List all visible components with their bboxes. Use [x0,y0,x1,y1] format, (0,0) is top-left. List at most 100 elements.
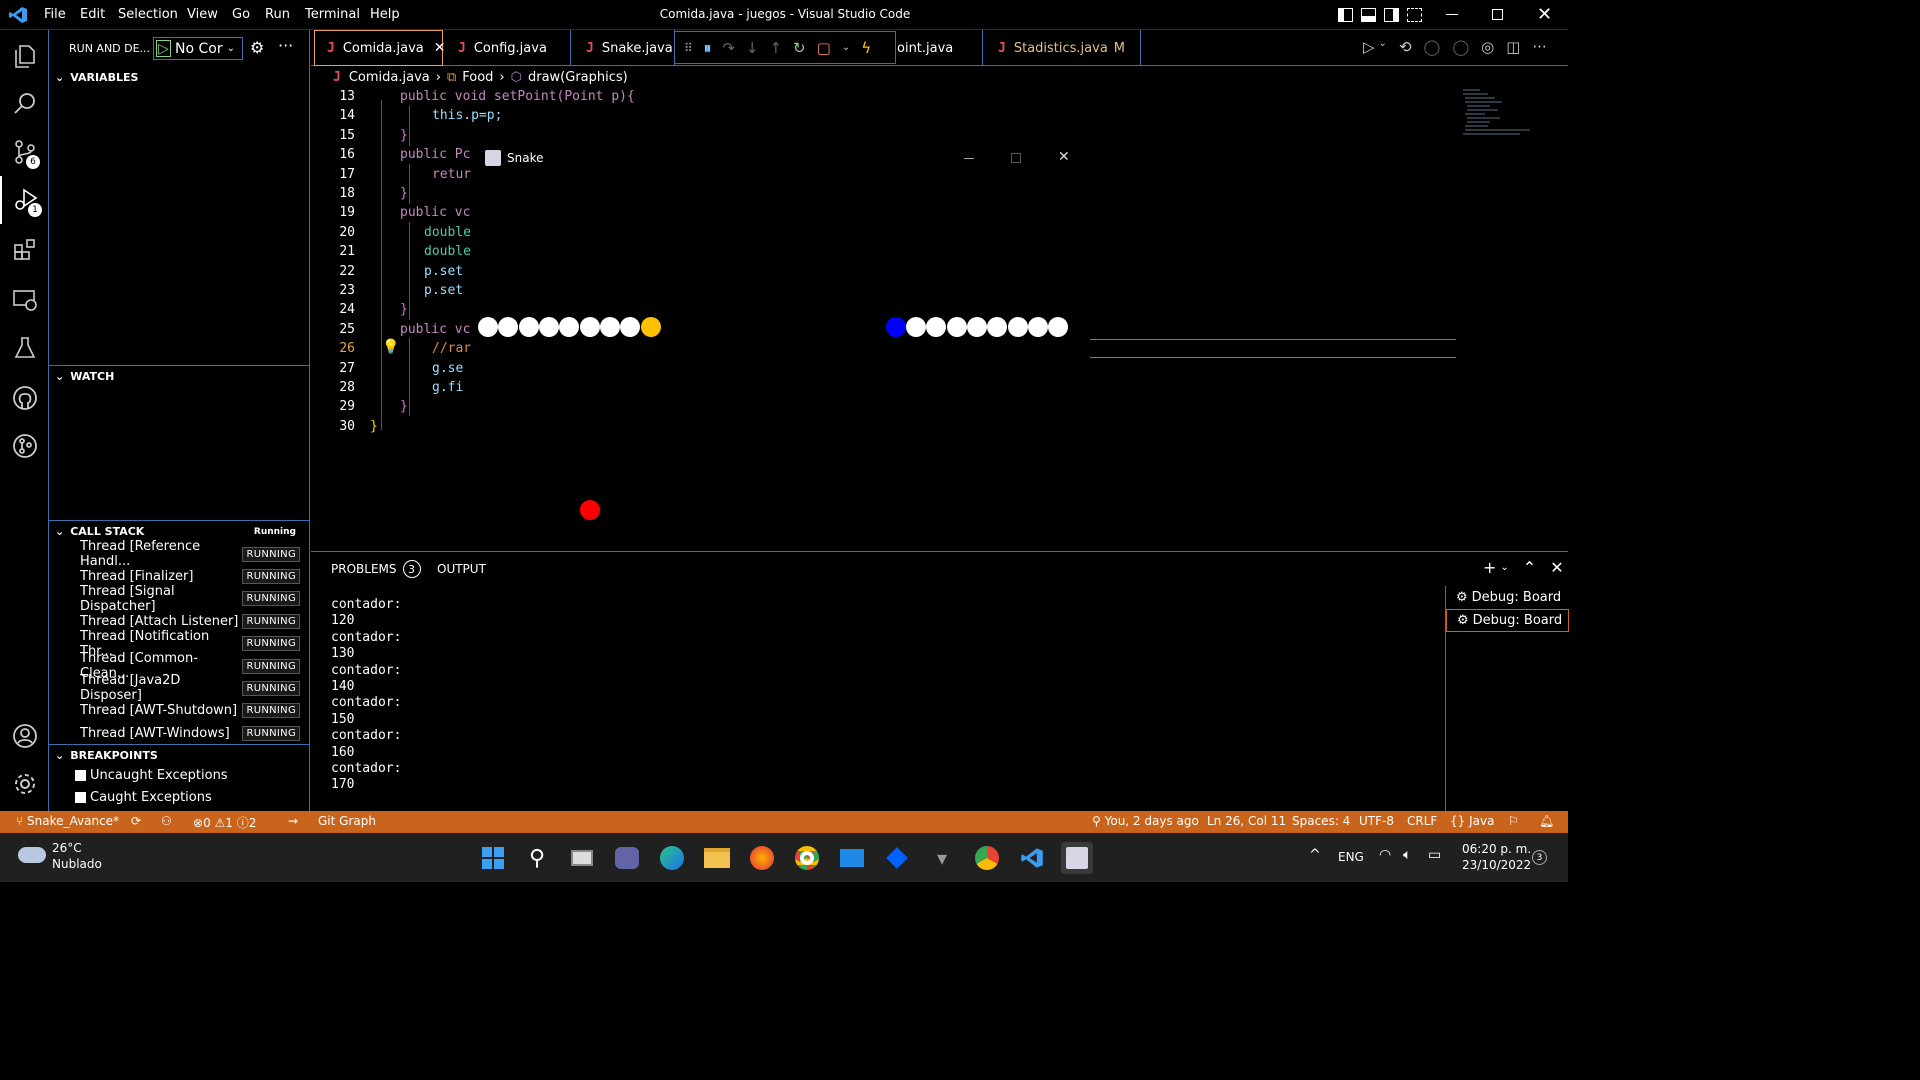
prev-change-icon[interactable]: ◯ [1424,38,1441,56]
breakpoints-section-header[interactable]: ⌄ BREAKPOINTS [49,744,310,766]
windows-start-icon[interactable] [477,842,509,874]
manage-gear-icon[interactable] [0,760,49,808]
explorer-icon[interactable] [0,32,49,80]
menu-selection[interactable]: Selection [118,7,178,22]
search-icon[interactable]: ⚲ [521,842,553,874]
problems-status[interactable]: ⊗0 ⚠1 ⓘ2 [193,814,256,831]
weather-desc[interactable]: Nublado [52,857,102,871]
battery-icon[interactable]: ▭ [1428,847,1441,863]
cursor-position[interactable]: Ln 26, Col 11 [1207,814,1286,828]
breadcrumb-method[interactable]: draw(Graphics) [528,70,628,85]
github-icon[interactable] [0,374,49,422]
chevron-down-icon[interactable]: ⌄ [842,42,850,53]
chrome-profile-icon[interactable] [971,842,1003,874]
tab-output[interactable]: OUTPUT [437,562,486,576]
hot-code-replace-icon[interactable]: ϟ [861,39,871,57]
edge-browser-icon[interactable] [656,842,688,874]
breakpoint-caught[interactable]: Caught Exceptions [75,790,212,805]
predator-sense-icon[interactable]: ▾ [926,842,958,874]
tab-problems[interactable]: PROBLEMS 3 [331,560,421,578]
debug-run-icon[interactable]: ⇝ [288,814,298,828]
minimap[interactable] [1460,88,1555,138]
menu-run[interactable]: Run [265,7,290,22]
new-terminal-icon[interactable]: + [1483,558,1496,577]
extensions-icon[interactable] [0,226,49,274]
chrome-icon[interactable] [791,842,823,874]
thread-row[interactable]: Thread [Java2D Disposer] RUNNING [49,673,310,703]
more-actions-icon[interactable]: ··· [1532,38,1546,56]
tab-snake-java[interactable]: J Snake.java [572,30,675,66]
volume-icon[interactable]: 🔈︎ [1403,847,1411,863]
chevron-down-icon[interactable]: ⌄ [1500,562,1508,577]
maximize-panel-icon[interactable]: ⌃ [1523,558,1536,577]
checkbox[interactable] [75,792,86,803]
restore-icon[interactable] [1492,9,1503,20]
minimize-icon[interactable] [1446,14,1458,15]
step-into-icon[interactable]: ↓ [746,39,759,57]
thread-row[interactable]: Thread [AWT-Shutdown] RUNNING [49,700,310,722]
run-icon[interactable]: ▷ [1363,38,1375,56]
breakpoint-uncaught[interactable]: Uncaught Exceptions [75,768,228,783]
git-graph-icon[interactable] [0,422,49,470]
source-control-icon[interactable]: 6 [0,128,49,176]
file-explorer-icon[interactable] [701,842,733,874]
menu-file[interactable]: File [44,7,66,22]
stop-icon[interactable]: ▢ [817,39,831,57]
step-over-icon[interactable]: ↷ [722,39,735,57]
thread-row[interactable]: Thread [AWT-Windows] RUNNING [49,722,310,744]
toggle-panel-icon[interactable] [1361,8,1376,22]
feedback-icon[interactable]: ⚐ [1508,814,1519,828]
watch-section-header[interactable]: ⌄ WATCH [49,365,310,387]
menu-help[interactable]: Help [370,7,400,22]
input-language[interactable]: ENG [1338,850,1364,864]
remote-explorer-icon[interactable] [0,276,49,324]
step-out-icon[interactable]: ↑ [769,39,782,57]
split-editor-icon[interactable]: ◫ [1506,38,1520,56]
sync-icon[interactable]: ⟳ [131,814,141,828]
show-hidden-icons[interactable]: ^ [1309,847,1321,863]
debug-config-select[interactable]: ▷ No Cor ⌄ [153,37,243,60]
java-debug-icon[interactable]: ⚇ [161,814,172,828]
clock-date[interactable]: 23/10/2022 [1462,858,1531,872]
timeline-icon[interactable]: ◎ [1481,38,1494,56]
breadcrumb-class[interactable]: Food [462,70,493,85]
accounts-icon[interactable] [0,712,49,760]
firefox-icon[interactable] [746,842,778,874]
menu-view[interactable]: View [187,7,218,22]
snake-game-window[interactable]: Snake ✕ [477,143,1090,551]
menu-terminal[interactable]: Terminal [305,7,360,22]
notifications-bell-icon[interactable]: 🔔︎ [1539,814,1554,828]
git-graph-status[interactable]: Git Graph [318,814,376,828]
restart-icon[interactable]: ↻ [793,39,806,57]
close-icon[interactable]: ✕ [1537,4,1552,25]
next-change-icon[interactable]: ◯ [1452,38,1469,56]
dropbox-icon[interactable] [881,842,913,874]
search-icon[interactable] [0,80,49,128]
lightbulb-icon[interactable]: 💡 [382,339,399,355]
encoding[interactable]: UTF-8 [1359,814,1394,828]
terminal-session-active[interactable]: ⚙ Debug: Board [1446,609,1569,632]
terminal-session[interactable]: ⚙ Debug: Board [1446,586,1569,609]
wifi-icon[interactable]: ◠ [1379,847,1391,863]
more-actions-icon[interactable]: ··· [278,36,293,55]
toggle-sidebar-icon[interactable] [1338,8,1353,22]
notification-badge[interactable]: 3 [1532,850,1547,865]
teams-chat-icon[interactable] [611,842,643,874]
thread-row[interactable]: Thread [Signal Dispatcher] RUNNING [49,584,310,614]
run-debug-icon[interactable]: 1 [0,176,49,224]
mail-icon[interactable] [836,842,868,874]
terminal-output[interactable]: contador: 120 contador: 130 contador: 140 cont… [331,597,401,794]
tab-stadistics-java[interactable]: J Stadistics.java M [984,30,1141,66]
close-panel-icon[interactable]: ✕ [1550,558,1563,577]
customize-layout-icon[interactable] [1407,8,1422,22]
debug-settings-gear-icon[interactable]: ⚙ [250,38,264,57]
pause-icon[interactable]: ⏸ [704,39,712,57]
menu-go[interactable]: Go [232,7,250,22]
task-view-icon[interactable] [566,842,598,874]
go-back-icon[interactable]: ⟲ [1399,38,1412,56]
checkbox[interactable] [75,770,86,781]
tab-config-java[interactable]: J Config.java [444,30,571,66]
blame-status[interactable]: ⚲ You, 2 days ago [1092,814,1199,828]
tab-point-java[interactable]: oint.java [897,30,983,66]
menu-edit[interactable]: Edit [80,7,105,22]
